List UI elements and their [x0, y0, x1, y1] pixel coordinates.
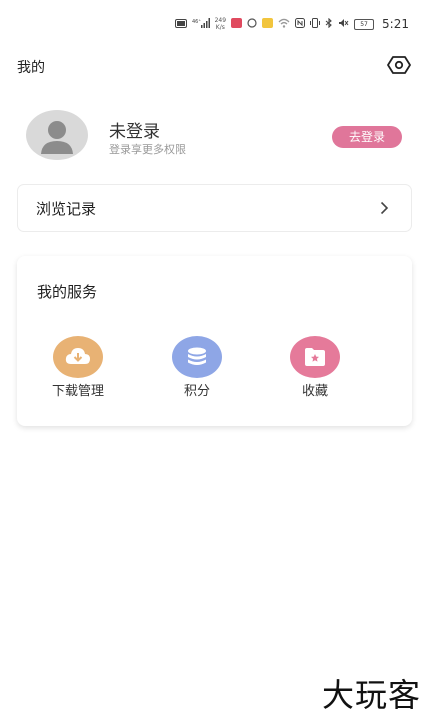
mute-icon	[338, 18, 349, 31]
nfc-icon	[295, 17, 306, 31]
notification-app-icon	[231, 17, 243, 31]
service-points[interactable]: 积分	[162, 336, 232, 401]
service-icon-bg	[290, 336, 340, 378]
page-title: 我的	[17, 60, 45, 76]
notification-app-icon-2	[262, 17, 274, 31]
vibrate-icon	[310, 17, 321, 31]
battery-icon: 57	[354, 18, 375, 30]
favorite-folder-icon	[305, 348, 325, 366]
bluetooth-icon	[325, 17, 333, 31]
clock: 5:21	[382, 17, 409, 31]
service-label: 收藏	[301, 384, 328, 399]
login-status-subtitle: 登录享更多权限	[109, 143, 186, 156]
user-avatar-icon	[41, 121, 73, 154]
service-icon-bg	[53, 336, 103, 378]
browse-history-label: 浏览记录	[36, 199, 97, 218]
chevron-right-icon	[380, 201, 389, 215]
my-services-title: 我的服务	[37, 283, 98, 301]
service-download-manager[interactable]: 下载管理	[43, 336, 113, 401]
eye-icon	[387, 56, 411, 74]
status-bar: 46⁺ 249 K/s 57 5:21	[174, 14, 409, 34]
wifi-icon	[278, 18, 290, 31]
screen: 46⁺ 249 K/s 57 5:21 我的 未登录 登录享更多权限 去登录 浏…	[0, 0, 429, 720]
avatar[interactable]	[26, 110, 88, 160]
cellular-signal-icon: 46⁺	[192, 17, 210, 31]
download-icon	[65, 348, 90, 364]
watermark: 大玩客	[321, 676, 421, 714]
login-button[interactable]: 去登录	[332, 126, 402, 148]
visibility-toggle-button[interactable]	[387, 54, 411, 76]
service-label: 积分	[183, 384, 210, 399]
browse-history-row[interactable]: 浏览记录	[17, 184, 412, 232]
circle-status-icon	[247, 17, 257, 31]
sim-icon	[174, 18, 187, 31]
signal-text: 46⁺	[192, 19, 201, 25]
service-label: 下载管理	[52, 384, 105, 399]
my-services-card: 我的服务 下载管理 积分 收藏	[17, 256, 412, 426]
coins-icon	[188, 347, 206, 365]
login-status-title: 未登录	[109, 122, 160, 142]
service-icon-bg	[172, 336, 222, 378]
net-speed: 249 K/s	[214, 17, 227, 31]
service-favorites[interactable]: 收藏	[280, 336, 350, 401]
